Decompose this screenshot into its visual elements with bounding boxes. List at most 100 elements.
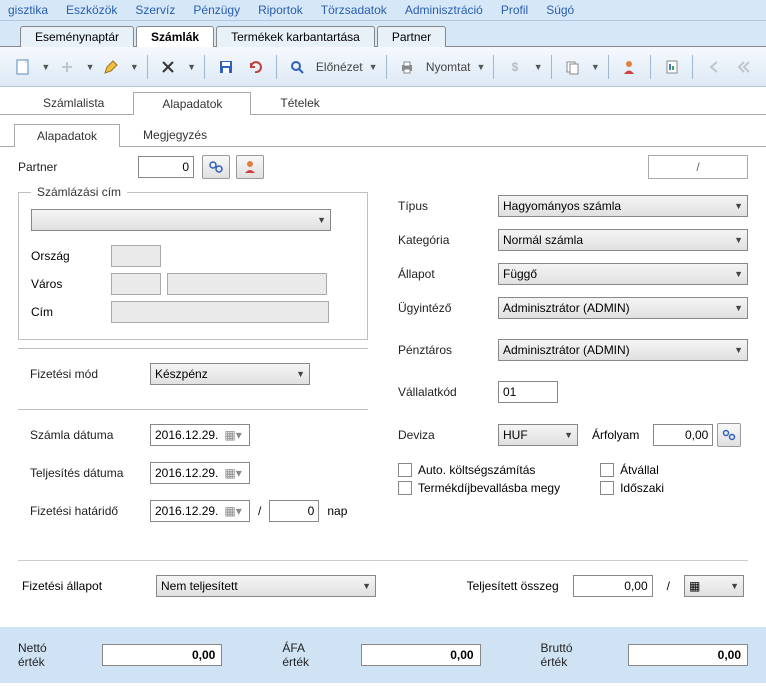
billing-address-select[interactable]: ▼ [31,209,331,231]
print-label: Nyomtat [426,60,471,74]
partner-id-input[interactable] [138,156,194,178]
dropdown-icon[interactable]: ▼ [534,62,543,72]
invoice-number-box: / [648,155,748,179]
country-input[interactable] [111,245,161,267]
type-label: Típus [398,199,498,213]
preview-label: Előnézet [316,60,363,74]
menu-item[interactable]: Adminisztráció [405,3,483,17]
fulfill-date-input[interactable]: 2016.12.29.▦▾ [150,462,250,484]
menu-item[interactable]: Profil [501,3,528,17]
payment-method-select[interactable]: Készpénz▼ [150,363,310,385]
section-tabs: Számlalista Alapadatok Tételek [0,87,766,115]
toolbar: ▼ ▼ ▼ ▼ Előnézet ▼ Nyomtat ▼ $ ▼ ▼ [0,47,766,87]
gross-label: Bruttó érték [541,641,598,669]
tab-partner[interactable]: Partner [377,26,446,47]
paid-currency-select[interactable]: ▦▼ [684,575,744,597]
tab-eventcalendar[interactable]: Eseménynaptár [20,26,134,47]
rate-lookup-button[interactable] [717,423,741,447]
dropdown-icon[interactable]: ▼ [130,62,139,72]
menu-item[interactable]: Törzsadatok [321,3,387,17]
gross-value [628,644,748,666]
invoice-date-input[interactable]: 2016.12.29.▦▾ [150,424,250,446]
net-value [102,644,222,666]
cashier-label: Pénztáros [398,343,498,357]
currency-select[interactable]: HUF▼ [498,424,578,446]
copy-button[interactable] [560,53,585,81]
new-button[interactable] [10,53,35,81]
periodic-checkbox[interactable] [600,481,614,495]
tab-invoices[interactable]: Számlák [136,26,214,47]
dropdown-icon[interactable]: ▼ [41,62,50,72]
calendar-icon: ▦ [689,579,700,593]
partner-label: Partner [18,160,138,174]
first-button[interactable] [731,53,756,81]
tab-invoice-list[interactable]: Számlalista [14,91,133,114]
takeover-checkbox[interactable] [600,463,614,477]
state-select[interactable]: Függő▼ [498,263,748,285]
product-fee-label: Termékdíjbevallásba megy [418,481,560,495]
address-input[interactable] [111,301,329,323]
product-fee-checkbox[interactable] [398,481,412,495]
menubar: gisztika Eszközök Szervíz Pénzügy Riport… [0,0,766,21]
menu-item[interactable]: gisztika [8,3,48,17]
category-select[interactable]: Normál számla▼ [498,229,748,251]
calendar-icon[interactable]: ▦▾ [224,504,241,518]
undo-button[interactable] [242,53,267,81]
type-select[interactable]: Hagyományos számla▼ [498,195,748,217]
dropdown-icon[interactable]: ▼ [591,62,600,72]
menu-item[interactable]: Riportok [258,3,303,17]
document-tabs: Eseménynaptár Számlák Termékek karbantar… [0,21,766,47]
print-button[interactable] [394,53,419,81]
payment-state-select[interactable]: Nem teljesített▼ [156,575,376,597]
add-button[interactable] [54,53,79,81]
clerk-label: Ügyintéző [398,301,498,315]
fulfill-date-label: Teljesítés dátuma [30,466,150,480]
dropdown-icon[interactable]: ▼ [477,62,486,72]
preview-button[interactable] [285,53,310,81]
rate-input[interactable] [653,424,713,446]
tab-products[interactable]: Termékek karbantartása [216,26,375,47]
state-label: Állapot [398,267,498,281]
company-code-input[interactable] [498,381,558,403]
due-days-input[interactable] [269,500,319,522]
clerk-select[interactable]: Adminisztrátor (ADMIN)▼ [498,297,748,319]
tab-items[interactable]: Tételek [251,91,348,114]
vat-label: ÁFA érték [282,641,330,669]
calendar-icon[interactable]: ▦▾ [224,466,241,480]
tab-basicdata[interactable]: Alapadatok [133,92,251,115]
dropdown-icon[interactable]: ▼ [369,62,378,72]
menu-item[interactable]: Súgó [546,3,574,17]
payment-label: Fizetési mód [30,367,150,381]
due-date-label: Fizetési határidő [30,504,150,518]
subtab-basicdata[interactable]: Alapadatok [14,124,120,147]
company-label: Vállalatkód [398,385,498,399]
currency-button[interactable]: $ [502,53,527,81]
billing-address-group: Számlázási cím ▼ Ország Város Cím [18,185,368,340]
payment-state-label: Fizetési állapot [22,579,142,593]
dropdown-icon[interactable]: ▼ [187,62,196,72]
currency-label: Deviza [398,428,498,442]
due-date-input[interactable]: 2016.12.29.▦▾ [150,500,250,522]
city-input[interactable] [167,273,327,295]
days-unit-label: nap [319,504,347,518]
prev-button[interactable] [701,53,726,81]
save-button[interactable] [213,53,238,81]
user-button[interactable] [617,53,642,81]
edit-button[interactable] [99,53,124,81]
partner-search-button[interactable] [202,155,230,179]
calendar-icon[interactable]: ▦▾ [224,428,241,442]
menu-item[interactable]: Eszközök [66,3,117,17]
menu-item[interactable]: Szervíz [135,3,175,17]
invoice-date-label: Számla dátuma [30,428,150,442]
cashier-select[interactable]: Adminisztrátor (ADMIN)▼ [498,339,748,361]
sub-tabs: Alapadatok Megjegyzés [0,119,766,147]
menu-item[interactable]: Pénzügy [193,3,240,17]
partner-user-button[interactable] [236,155,264,179]
delete-button[interactable] [156,53,181,81]
zip-input[interactable] [111,273,161,295]
report-button[interactable] [659,53,684,81]
subtab-note[interactable]: Megjegyzés [120,123,230,146]
dropdown-icon[interactable]: ▼ [86,62,95,72]
paid-amount-input[interactable] [573,575,653,597]
auto-cost-checkbox[interactable] [398,463,412,477]
